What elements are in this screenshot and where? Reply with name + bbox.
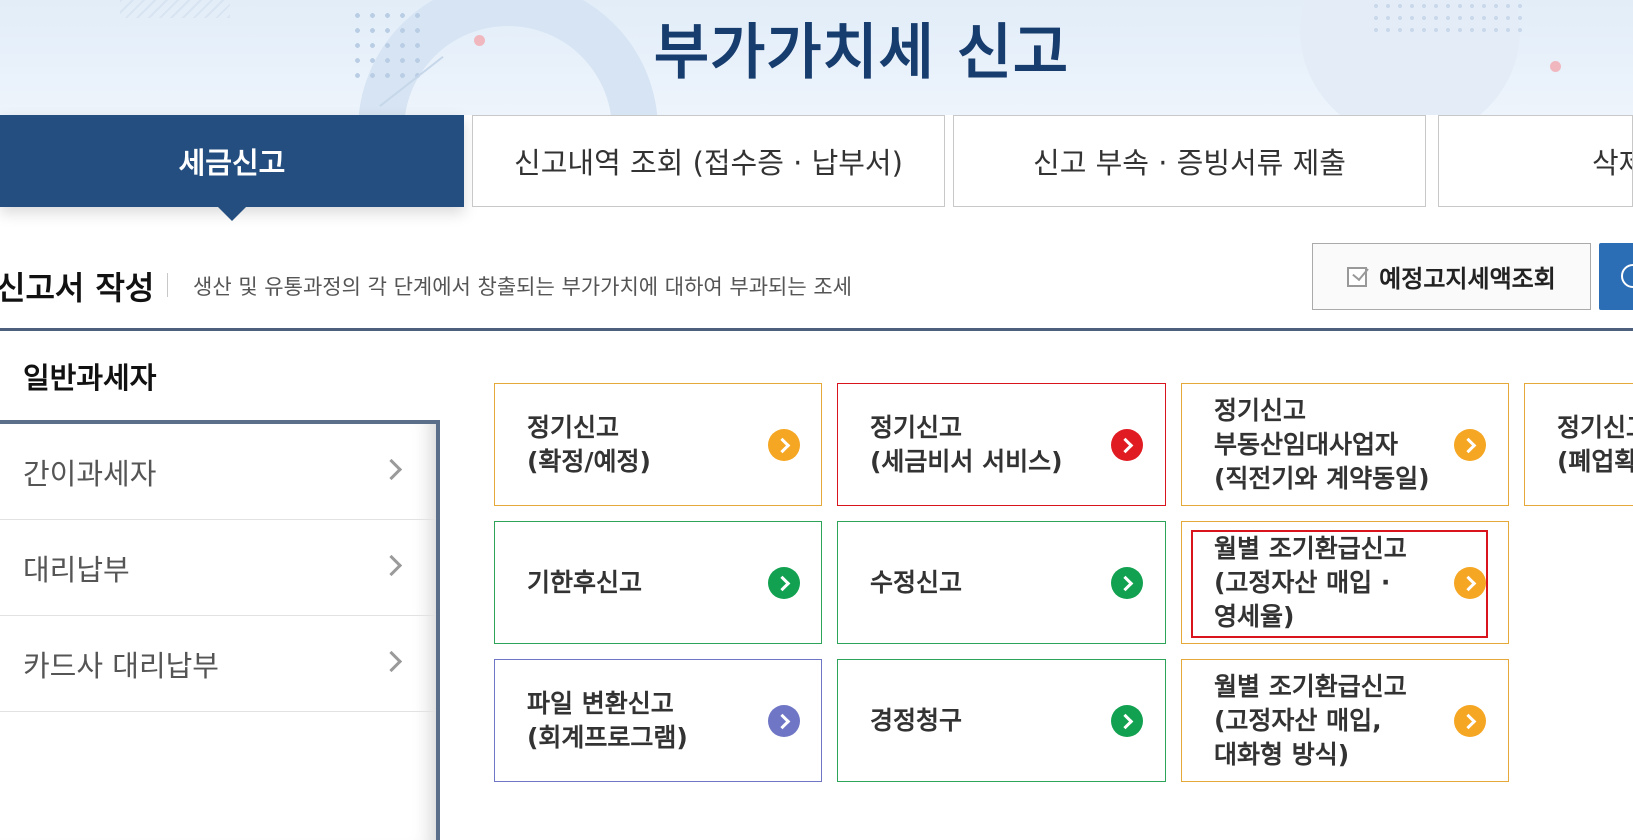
card-label: 경정청구 — [870, 705, 963, 735]
side-menu-item-simplified-taxpayer[interactable]: 간이과세자 — [0, 424, 436, 520]
card-label: 파일 변환신고 (회계프로그램) — [527, 688, 688, 752]
side-menu-item-proxy-payment[interactable]: 대리납부 — [0, 520, 436, 616]
arrow-right-icon — [1111, 704, 1143, 737]
page-banner: 부가가치세 신고 — [0, 0, 1633, 115]
card-regular-filing-real-estate[interactable]: 정기신고 부동산임대사업자 (직전기와 계약동일) — [1181, 383, 1509, 506]
card-monthly-early-refund[interactable]: 월별 조기환급신고 (고정자산 매입 · 영세율) — [1181, 521, 1509, 644]
card-regular-filing[interactable]: 정기신고 (확정/예정) — [494, 383, 822, 506]
arrow-right-icon — [1454, 704, 1486, 737]
side-menu: 간이과세자 대리납부 카드사 대리납부 — [0, 420, 440, 840]
card-file-conversion-filing[interactable]: 파일 변환신고 (회계프로그램) — [494, 659, 822, 782]
card-amended-filing[interactable]: 수정신고 — [837, 521, 1166, 644]
side-menu-item-label: 카드사 대리납부 — [23, 648, 219, 683]
scheduled-tax-lookup-button[interactable]: 예정고지세액조회 — [1312, 243, 1591, 310]
card-label: 수정신고 — [870, 567, 963, 597]
card-regular-filing-tax-secretary[interactable]: 정기신고 (세금비서 서비스) — [837, 383, 1166, 506]
card-label: 정기신고 (폐업확정) — [1557, 412, 1633, 476]
circle-icon — [1621, 264, 1633, 288]
arrow-right-icon — [768, 428, 800, 461]
side-menu-item-card-proxy-payment[interactable]: 카드사 대리납부 — [0, 616, 436, 712]
divider — [167, 273, 168, 297]
arrow-right-icon — [1111, 566, 1143, 599]
arrow-right-icon — [768, 566, 800, 599]
card-monthly-early-refund-interactive[interactable]: 월별 조기환급신고 (고정자산 매입, 대화형 방식) — [1181, 659, 1509, 782]
section-title: 신고서 작성 — [0, 269, 155, 307]
card-label: 정기신고 (확정/예정) — [527, 412, 651, 476]
secondary-action-button[interactable] — [1599, 243, 1633, 310]
card-regular-filing-closure[interactable]: 정기신고 (폐업확정) — [1524, 383, 1633, 506]
arrow-right-icon — [1454, 566, 1486, 599]
card-label: 기한후신고 — [527, 567, 643, 597]
tab-filing-history[interactable]: 신고내역 조회 (접수증 · 납부서) — [472, 115, 945, 207]
tab-delete[interactable]: 삭제 — [1438, 115, 1633, 207]
card-late-filing[interactable]: 기한후신고 — [494, 521, 822, 644]
tab-tax-filing[interactable]: 세금신고 — [0, 115, 464, 221]
arrow-right-icon — [1454, 428, 1486, 461]
chevron-right-icon — [380, 650, 403, 673]
section-divider — [0, 328, 1633, 331]
chevron-right-icon — [380, 554, 403, 577]
arrow-right-icon — [768, 704, 800, 737]
card-correction-claim[interactable]: 경정청구 — [837, 659, 1166, 782]
checkbox-icon — [1347, 266, 1368, 287]
card-label: 월별 조기환급신고 (고정자산 매입, 대화형 방식) — [1214, 671, 1407, 769]
lookup-button-label: 예정고지세액조회 — [1379, 265, 1556, 293]
chevron-right-icon — [380, 458, 403, 481]
page-title: 부가가치세 신고 — [653, 18, 1070, 88]
tab-attachment-submission[interactable]: 신고 부속 · 증빙서류 제출 — [953, 115, 1426, 207]
side-menu-current: 일반과세자 — [23, 361, 157, 395]
arrow-right-icon — [1111, 428, 1143, 461]
card-label: 정기신고 (세금비서 서비스) — [870, 412, 1063, 476]
side-menu-item-label: 대리납부 — [23, 552, 130, 587]
card-label: 정기신고 부동산임대사업자 (직전기와 계약동일) — [1214, 395, 1430, 493]
section-description: 생산 및 유통과정의 각 단계에서 창출되는 부가가치에 대하여 부과되는 조세 — [193, 275, 852, 299]
card-label: 월별 조기환급신고 (고정자산 매입 · 영세율) — [1214, 533, 1407, 631]
side-menu-item-label: 간이과세자 — [23, 456, 157, 491]
